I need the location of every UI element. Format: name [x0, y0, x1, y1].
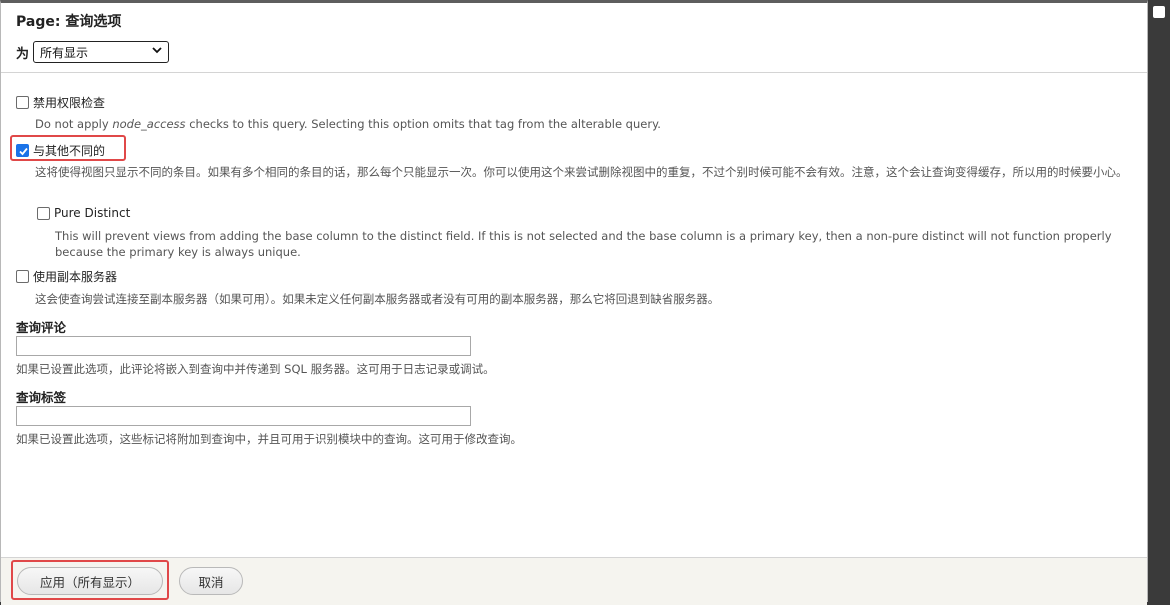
pure-distinct-option[interactable]: Pure Distinct [37, 206, 130, 220]
query-comment-description: 如果已设置此选项，此评论将嵌入到查询中并传递到 SQL 服务器。这可用于日志记录… [16, 362, 495, 376]
display-select[interactable]: 所有显示 [33, 41, 170, 63]
distinct-description: 这将使得视图只显示不同的条目。如果有多个相同的条目的话，那么每个只能显示一次。你… [35, 165, 1128, 179]
distinct-label: 与其他不同的 [33, 144, 106, 158]
dialog-title: Page: 查询选项 [16, 14, 122, 30]
pure-distinct-label: Pure Distinct [54, 206, 131, 220]
dialog-content: 禁用权限检查 Do not apply node_access checks t… [1, 74, 1147, 557]
distinct-option[interactable]: 与其他不同的 [16, 142, 105, 159]
query-tags-input[interactable] [16, 406, 471, 426]
apply-button[interactable]: 应用（所有显示） [17, 567, 163, 595]
disable-access-option[interactable]: 禁用权限检查 [16, 94, 105, 111]
replica-checkbox[interactable] [16, 270, 29, 283]
disable-access-description: Do not apply node_access checks to this … [35, 117, 661, 131]
window-edge [1148, 0, 1170, 602]
replica-option[interactable]: 使用副本服务器 [16, 268, 117, 285]
scroll-handle[interactable] [1153, 6, 1165, 18]
for-label: 为 [16, 46, 30, 62]
dialog-header: Page: 查询选项 为 所有显示 [1, 3, 1147, 73]
check-icon [19, 147, 28, 156]
query-settings-dialog: Page: 查询选项 为 所有显示 禁用权限检查 Do not apply no… [0, 0, 1148, 605]
distinct-checkbox[interactable] [16, 144, 29, 157]
query-comment-input[interactable] [16, 336, 471, 356]
disable-access-label: 禁用权限检查 [33, 96, 106, 110]
pure-distinct-checkbox[interactable] [37, 206, 50, 220]
query-tags-description: 如果已设置此选项，这些标记将附加到查询中，并且可用于识别模块中的查询。这可用于修… [16, 432, 522, 446]
cancel-button[interactable]: 取消 [179, 567, 243, 595]
chevron-down-icon [152, 47, 162, 54]
query-comment-label: 查询评论 [16, 320, 67, 335]
query-tags-label: 查询标签 [16, 390, 67, 405]
replica-label: 使用副本服务器 [33, 270, 118, 284]
dialog-footer: 应用（所有显示） 取消 [1, 557, 1147, 605]
pure-distinct-description: This will prevent views from adding the … [55, 229, 1112, 259]
display-select-value: 所有显示 [40, 46, 89, 60]
replica-description: 这会使查询尝试连接至副本服务器（如果可用）。如果未定义任何副本服务器或者没有可用… [35, 292, 720, 306]
display-for-row: 为 所有显示 [16, 41, 170, 63]
disable-access-checkbox[interactable] [16, 96, 29, 109]
